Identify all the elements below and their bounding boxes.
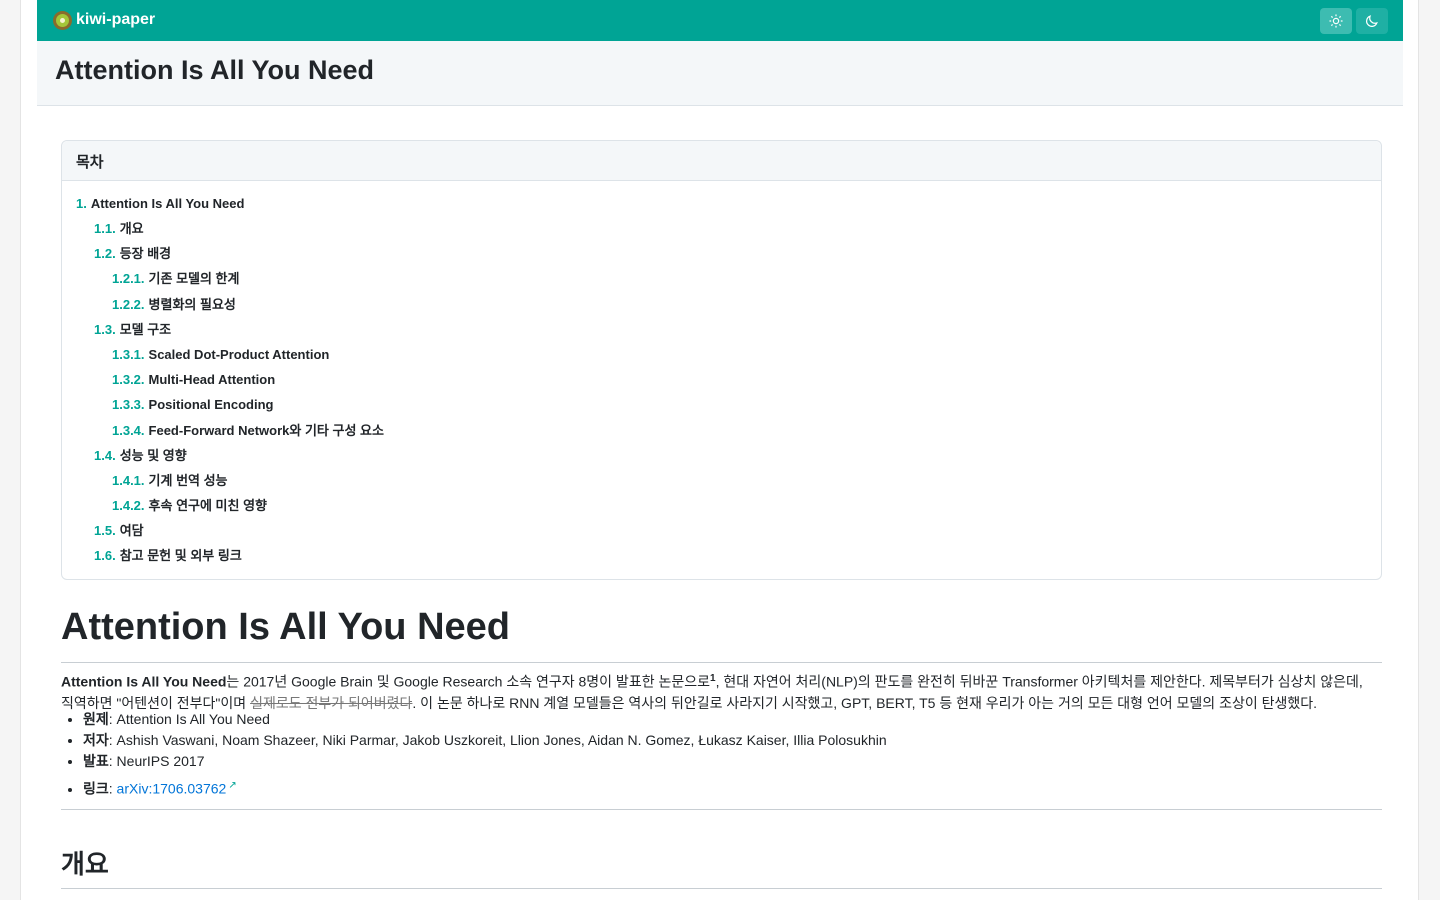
toc-item[interactable]: 1.3.1. Scaled Dot-Product Attention (112, 347, 329, 363)
toc-item[interactable]: 1.3.4. Feed-Forward Network와 기타 구성 요소 (112, 423, 384, 439)
dark-theme-button[interactable] (1356, 8, 1388, 34)
heading-divider (61, 662, 1382, 663)
light-theme-button[interactable] (1320, 8, 1352, 34)
toc-item[interactable]: 1.3.3. Positional Encoding (112, 397, 273, 413)
toc-item[interactable]: 1.4.1. 기계 번역 성능 (112, 473, 228, 489)
toc-item[interactable]: 1.3. 모델 구조 (94, 322, 171, 338)
toc-heading: 목차 (62, 141, 1381, 181)
top-navbar: kiwi-paper (37, 0, 1403, 41)
toc-item[interactable]: 1.1. 개요 (94, 221, 144, 237)
site-logo[interactable]: kiwi-paper (53, 10, 155, 30)
intro-bold-title: Attention Is All You Need (61, 673, 227, 690)
site-name: kiwi-paper (76, 11, 156, 28)
page-title: Attention Is All You Need (55, 55, 375, 85)
moon-icon (1366, 15, 1378, 27)
section-heading-overview: 개요 (61, 849, 109, 879)
toc-item[interactable]: 1.2. 등장 배경 (94, 246, 171, 262)
page-container: kiwi-paper Attention Is All You Need 목차 … (20, 0, 1419, 900)
toc-item[interactable]: 1.4.2. 후속 연구에 미친 영향 (112, 498, 267, 514)
kiwi-icon (53, 10, 72, 30)
section-divider (61, 809, 1382, 810)
sun-icon (1329, 14, 1343, 28)
info-item-link: 링크: arXiv:1706.03762↗ (83, 775, 887, 800)
arxiv-link[interactable]: arXiv:1706.03762 (117, 781, 227, 797)
document-title-bar: Attention Is All You Need (37, 41, 1403, 106)
toc-item[interactable]: 1.5. 여담 (94, 523, 144, 539)
article-heading: Attention Is All You Need (61, 606, 510, 648)
toc-item[interactable]: 1.4. 성능 및 영향 (94, 448, 187, 464)
toc-item[interactable]: 1.3.2. Multi-Head Attention (112, 372, 275, 388)
info-item-venue: 발표: NeurIPS 2017 (83, 751, 887, 772)
paper-info-list: 원제: Attention Is All You Need 저자: Ashish… (61, 709, 887, 800)
section-heading-rule (61, 888, 1382, 889)
toc-item[interactable]: 1.2.2. 병렬화의 필요성 (112, 297, 236, 313)
info-item-authors: 저자: Ashish Vaswani, Noam Shazeer, Niki P… (83, 730, 887, 751)
table-of-contents: 목차 1. Attention Is All You Need 1.1. 개요 1.… (61, 140, 1382, 580)
info-item-original-title: 원제: Attention Is All You Need (83, 709, 887, 730)
toc-item[interactable]: 1.6. 참고 문헌 및 외부 링크 (94, 548, 242, 564)
toc-item[interactable]: 1.2.1. 기존 모델의 한계 (112, 271, 239, 287)
intro-paragraph: Attention Is All You Need는 2017년 Google … (61, 673, 1363, 711)
external-link-icon: ↗ (228, 780, 237, 791)
toc-item[interactable]: 1. Attention Is All You Need (76, 196, 244, 212)
